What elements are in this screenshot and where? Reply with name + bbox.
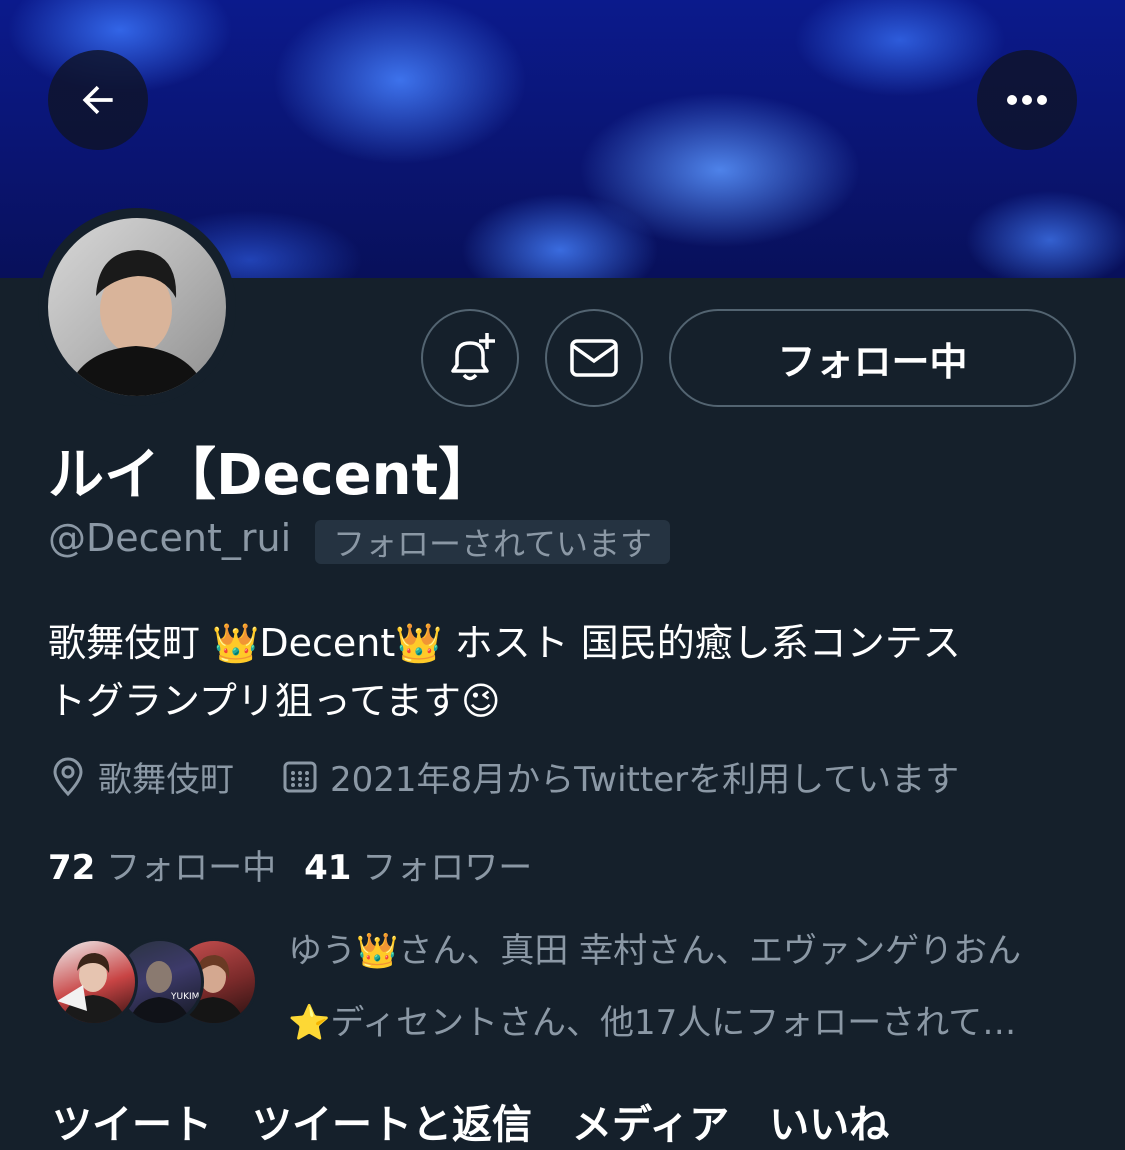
profile-bio: 歌舞伎町 👑Decent👑 ホスト 国民的癒し系コンテス トグランプリ狙ってます… — [48, 614, 1088, 730]
followers-link[interactable]: 41 フォロワー — [304, 848, 532, 888]
mutual-avatar — [50, 938, 138, 1026]
mutual-avatar-text: YUKIM — [170, 992, 199, 1002]
follows-you-badge: フォローされています — [315, 520, 671, 564]
message-button[interactable] — [545, 309, 643, 407]
more-dots-icon — [1007, 95, 1047, 105]
follow-stats: 72 フォロー中 41 フォロワー — [48, 840, 532, 889]
back-arrow-icon — [82, 85, 113, 115]
calendar-icon — [283, 761, 317, 792]
more-options-button[interactable] — [977, 50, 1077, 150]
display-name: ルイ【Decent】 — [48, 443, 495, 508]
profile-location: 歌舞伎町 — [50, 752, 234, 801]
avatar-image — [48, 218, 226, 396]
location-text: 歌舞伎町 — [98, 760, 234, 800]
following-label: フォロー中 — [106, 848, 277, 888]
mutual-line-1: ゆう👑さん、真田 幸村さん、エヴァンゲりおん — [288, 931, 1022, 971]
followers-count: 41 — [304, 848, 352, 888]
bio-line-1: 歌舞伎町 👑Decent👑 ホスト 国民的癒し系コンテス — [48, 621, 961, 665]
followers-label: フォロワー — [362, 848, 533, 888]
join-date-text: 2021年8月からTwitterを利用しています — [330, 760, 960, 800]
back-button[interactable] — [48, 50, 148, 150]
profile-avatar[interactable] — [38, 208, 236, 406]
mutual-line-2: ⭐ディセントさん、他17人にフォローされて… — [288, 1003, 1017, 1043]
location-pin-icon — [53, 757, 83, 796]
notify-button[interactable] — [421, 309, 519, 407]
following-link[interactable]: 72 フォロー中 — [48, 848, 276, 888]
profile-tabs-peek[interactable]: ツイート ツイートと返信 メディア いいね — [52, 1092, 889, 1150]
following-button[interactable]: フォロー中 — [669, 309, 1076, 407]
bio-line-2: トグランプリ狙ってます😉 — [48, 679, 501, 723]
mail-icon — [570, 339, 618, 377]
profile-join-date: 2021年8月からTwitterを利用しています — [282, 752, 959, 801]
user-handle: @Decent_rui — [48, 516, 292, 560]
mutual-followers-text[interactable]: ゆう👑さん、真田 幸村さん、エヴァンゲりおん ⭐ディセントさん、他17人にフォロ… — [288, 915, 1088, 1059]
following-count: 72 — [48, 848, 96, 888]
bell-plus-icon — [451, 333, 495, 381]
